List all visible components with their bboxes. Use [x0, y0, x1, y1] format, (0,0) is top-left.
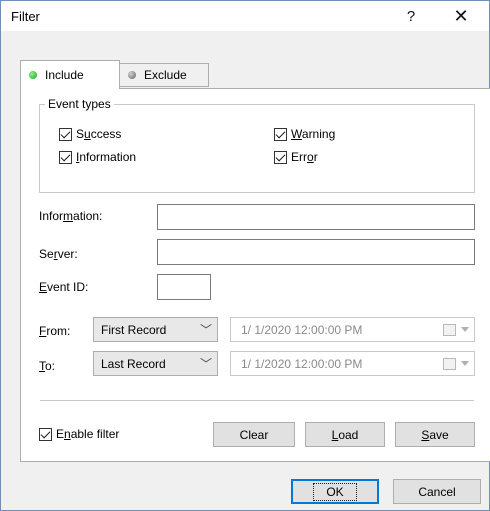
from-select-value: First Record	[101, 322, 167, 337]
to-date-picker[interactable]: 1/ 1/2020 12:00:00 PM	[230, 351, 475, 376]
enable-filter-checkbox[interactable]: Enable filter	[39, 427, 119, 441]
chevron-down-icon: ﹀	[199, 357, 212, 371]
checkbox-box[interactable]	[59, 127, 72, 141]
tab-include[interactable]: Include	[20, 60, 120, 89]
error-label: Error	[291, 150, 318, 164]
gray-dot-icon	[128, 71, 136, 79]
event-types-legend: Event types	[45, 97, 114, 111]
ok-button[interactable]: OK	[291, 479, 379, 504]
success-checkbox[interactable]: Success	[59, 127, 121, 141]
error-checkbox[interactable]: Error	[274, 150, 318, 164]
from-select[interactable]: First Record ﹀	[93, 317, 218, 342]
from-date-picker[interactable]: 1/ 1/2020 12:00:00 PM	[230, 317, 475, 342]
event-id-field-label: Event ID:	[39, 280, 89, 294]
cancel-button-label: Cancel	[418, 484, 456, 499]
to-select[interactable]: Last Record ﹀	[93, 351, 218, 376]
load-button[interactable]: Load	[305, 422, 385, 447]
tab-include-label: Include	[45, 68, 84, 82]
server-input[interactable]	[157, 239, 475, 265]
tab-exclude[interactable]: Exclude	[119, 63, 209, 87]
information-checkbox[interactable]: Information	[59, 150, 136, 164]
event-id-input[interactable]	[157, 274, 211, 300]
divider	[40, 400, 474, 401]
from-date-value: 1/ 1/2020 12:00:00 PM	[241, 322, 363, 337]
tab-exclude-label: Exclude	[144, 68, 187, 82]
clear-button[interactable]: Clear	[213, 422, 295, 447]
load-button-label: Load	[331, 427, 359, 442]
success-label: Success	[76, 127, 122, 141]
checkbox-box[interactable]	[59, 150, 72, 164]
include-panel: Event types Success Information Warning …	[20, 88, 490, 462]
checkbox-box[interactable]	[274, 150, 287, 164]
to-date-value: 1/ 1/2020 12:00:00 PM	[241, 356, 363, 371]
green-dot-icon	[29, 71, 37, 79]
title-bar: Filter ? ✕	[1, 1, 489, 31]
calendar-icon[interactable]	[443, 358, 456, 370]
clear-button-label: Clear	[239, 427, 269, 442]
from-label: From:	[39, 324, 71, 338]
information-input[interactable]	[157, 204, 475, 230]
to-label: To:	[39, 359, 56, 373]
checkbox-box[interactable]	[274, 127, 287, 141]
save-button-label: Save	[421, 427, 449, 442]
chevron-down-icon: ﹀	[199, 323, 212, 337]
information-field-label: Information:	[39, 209, 103, 223]
calendar-icon[interactable]	[443, 324, 456, 336]
warning-checkbox[interactable]: Warning	[274, 127, 335, 141]
to-select-value: Last Record	[101, 356, 166, 371]
server-field-label: Server:	[39, 247, 78, 261]
help-button[interactable]: ?	[391, 1, 431, 31]
filter-dialog: Filter ? ✕ Include Exclude Event types S…	[0, 0, 490, 511]
event-types-group: Event types Success Information Warning …	[39, 97, 475, 193]
dropdown-arrow-icon[interactable]	[461, 327, 469, 332]
save-button[interactable]: Save	[395, 422, 475, 447]
information-label: Information	[76, 150, 137, 164]
checkbox-box[interactable]	[39, 427, 52, 441]
dialog-title: Filter	[11, 9, 40, 24]
warning-label: Warning	[291, 127, 336, 141]
enable-filter-label: Enable filter	[56, 427, 120, 441]
dropdown-arrow-icon[interactable]	[461, 361, 469, 366]
ok-button-label: OK	[313, 482, 357, 501]
cancel-button[interactable]: Cancel	[393, 479, 481, 504]
close-button[interactable]: ✕	[441, 1, 481, 31]
